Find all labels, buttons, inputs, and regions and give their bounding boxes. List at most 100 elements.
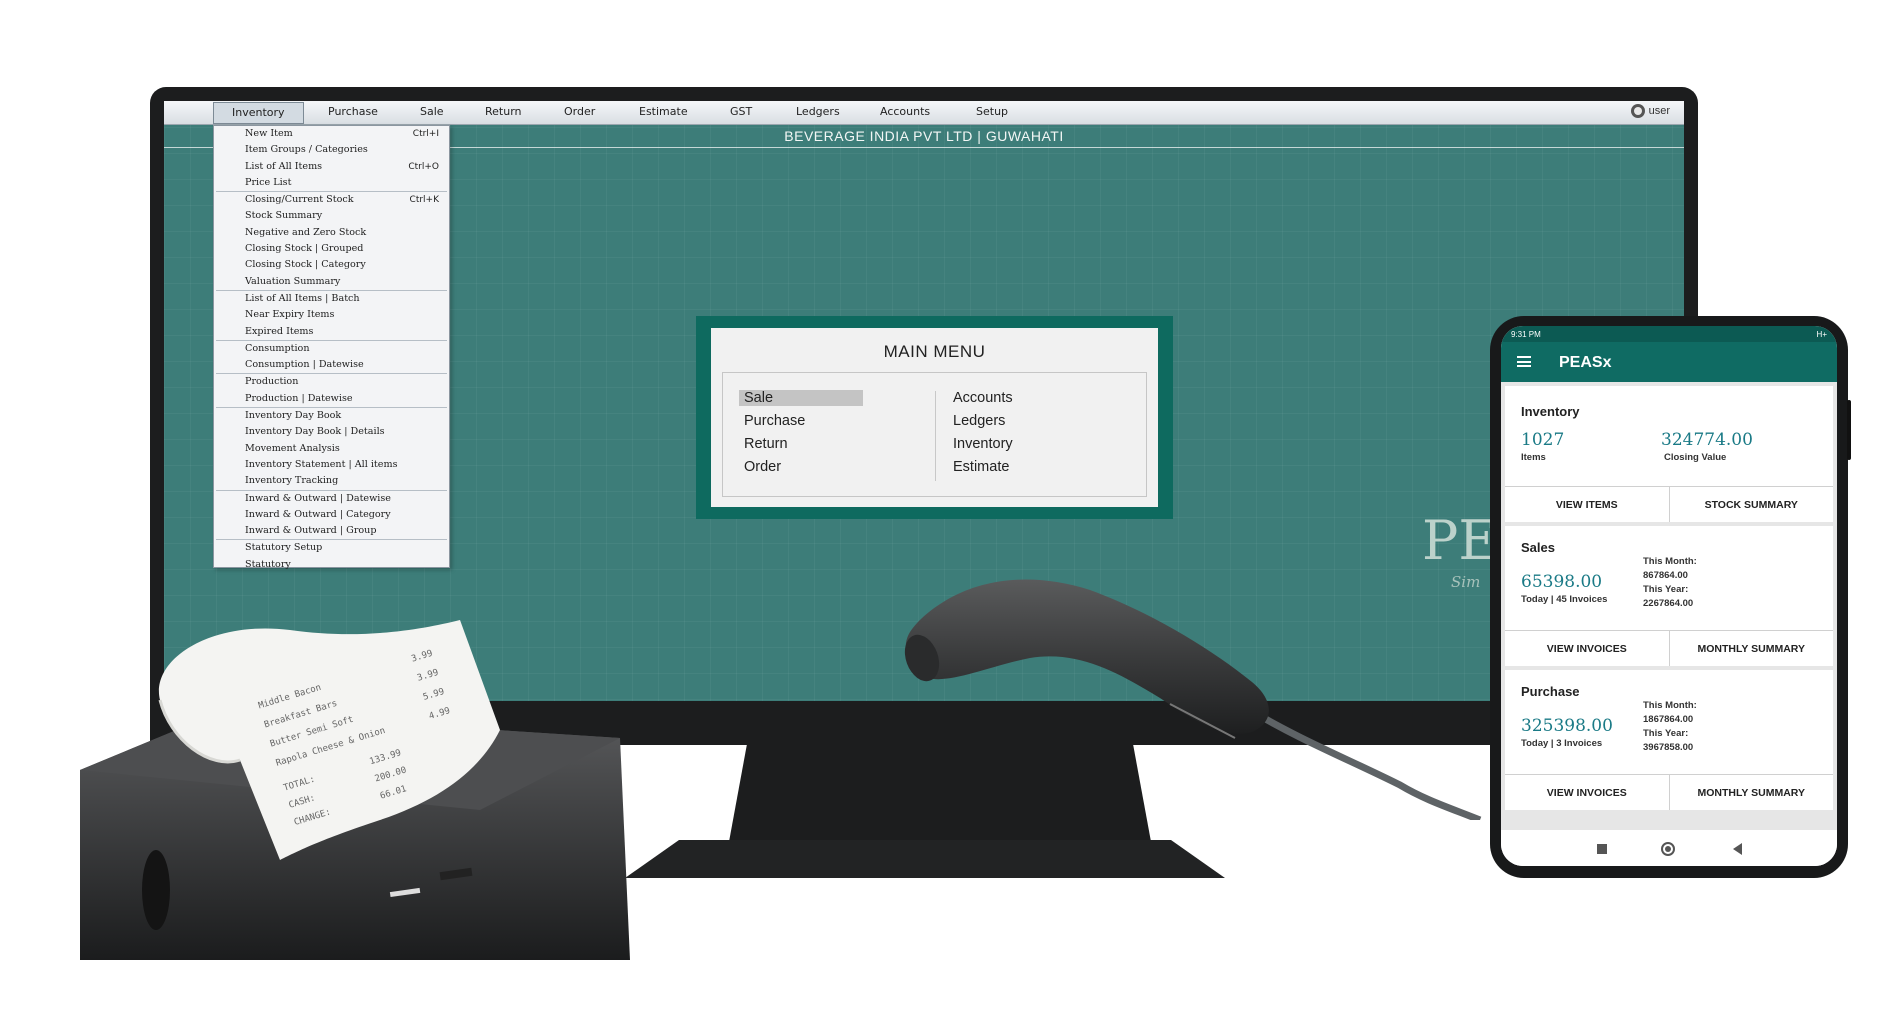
dropdown-item[interactable]: Stock Summary: [214, 208, 449, 224]
app-title: PEASx: [1559, 354, 1612, 371]
menu-accounts[interactable]: Accounts: [880, 105, 930, 118]
dropdown-item[interactable]: Negative and Zero Stock: [214, 225, 449, 241]
menu-purchase[interactable]: Purchase: [328, 105, 378, 118]
main-menu-option-order[interactable]: Order: [744, 459, 781, 475]
phone-side-button: [1847, 400, 1851, 460]
recent-apps-icon[interactable]: [1597, 844, 1607, 854]
dropdown-item[interactable]: List of All Items | Batch: [214, 291, 449, 307]
inventory-closing-value: 324774.00: [1661, 430, 1753, 450]
main-menu-dialog: MAIN MENU Sale Purchase Return Order Acc…: [696, 316, 1173, 519]
dropdown-item[interactable]: Inventory Day Book: [214, 408, 449, 424]
brand-logo-text: PE: [1422, 509, 1498, 572]
inventory-card-title: Inventory: [1521, 404, 1580, 419]
dropdown-item[interactable]: Production | Datewise: [214, 391, 449, 407]
view-items-button[interactable]: VIEW ITEMS: [1505, 487, 1669, 522]
dropdown-item[interactable]: Statutory Setup: [214, 540, 449, 556]
sales-month-value: 867864.00: [1643, 570, 1688, 581]
dropdown-item[interactable]: List of All Items Ctrl+O: [214, 159, 449, 175]
purchase-month-value: 1867864.00: [1643, 714, 1694, 725]
network-indicator: H+: [1816, 330, 1827, 339]
dropdown-item[interactable]: Inventory Day Book | Details: [214, 424, 449, 440]
purchase-year-value: 3967858.00: [1643, 742, 1694, 753]
sales-today-value: 65398.00: [1521, 572, 1603, 592]
main-menu-option-sale[interactable]: Sale: [739, 390, 864, 406]
back-icon[interactable]: [1733, 843, 1742, 855]
menu-ledgers[interactable]: Ledgers: [796, 105, 840, 118]
menu-order[interactable]: Order: [564, 105, 595, 118]
dropdown-item[interactable]: Near Expiry Items: [214, 307, 449, 323]
inventory-dropdown-menu: New Item Ctrl+I Item Groups / Categories …: [213, 125, 450, 570]
purchase-year-label: This Year:: [1643, 728, 1689, 739]
dropdown-item[interactable]: Inward & Outward | Category: [214, 507, 449, 523]
sales-monthly-summary-button[interactable]: MONTHLY SUMMARY: [1668, 631, 1834, 666]
main-menu-option-return[interactable]: Return: [744, 436, 788, 452]
purchase-month-label: This Month:: [1643, 700, 1697, 711]
dropdown-item[interactable]: Consumption: [214, 341, 449, 357]
dropdown-item[interactable]: Inward & Outward | Group: [214, 523, 449, 539]
sales-card-title: Sales: [1521, 540, 1555, 555]
dropdown-item[interactable]: Item Groups / Categories: [214, 142, 449, 158]
dropdown-item[interactable]: Expired Items: [214, 324, 449, 340]
dropdown-item[interactable]: Closing/Current Stock Ctrl+K: [214, 192, 449, 208]
main-menu-option-purchase[interactable]: Purchase: [744, 413, 805, 429]
dropdown-item[interactable]: Valuation Summary: [214, 274, 449, 290]
inventory-card: Inventory 1027 Items 324774.00 Closing V…: [1505, 386, 1833, 522]
mobile-app-screen: 9:31 PM H+ PEASx Inventory 1027 Items 32…: [1501, 326, 1837, 866]
purchase-card-actions: VIEW INVOICES MONTHLY SUMMARY: [1505, 774, 1833, 810]
sales-today-label: Today | 45 Invoices: [1521, 594, 1608, 605]
stock-summary-button[interactable]: STOCK SUMMARY: [1668, 487, 1834, 522]
inventory-items-label: Items: [1521, 452, 1546, 463]
monitor-base: [625, 840, 1225, 878]
menu-sale[interactable]: Sale: [420, 105, 444, 118]
main-menu-panel: MAIN MENU Sale Purchase Return Order Acc…: [711, 328, 1158, 507]
purchase-today-label: Today | 3 Invoices: [1521, 738, 1603, 749]
dropdown-item[interactable]: Closing Stock | Category: [214, 257, 449, 273]
android-nav-bar: [1501, 830, 1837, 866]
home-icon[interactable]: [1661, 842, 1675, 856]
sales-month-label: This Month:: [1643, 556, 1697, 567]
dropdown-item[interactable]: Production: [214, 374, 449, 390]
app-bar: PEASx: [1501, 342, 1837, 382]
purchase-today-value: 325398.00: [1521, 716, 1613, 736]
dropdown-item[interactable]: Movement Analysis: [214, 441, 449, 457]
menubar: Inventory Purchase Sale Return Order Est…: [164, 101, 1684, 125]
main-menu-option-accounts[interactable]: Accounts: [953, 390, 1013, 406]
status-bar: 9:31 PM H+: [1501, 326, 1837, 342]
purchase-card-title: Purchase: [1521, 684, 1580, 699]
main-menu-option-estimate[interactable]: Estimate: [953, 459, 1009, 475]
dropdown-item[interactable]: Inward & Outward | Datewise: [214, 491, 449, 507]
sales-year-value: 2267864.00: [1643, 598, 1694, 609]
dropdown-item[interactable]: Closing Stock | Grouped: [214, 241, 449, 257]
user-label: user: [1648, 105, 1670, 117]
menu-return[interactable]: Return: [485, 105, 522, 118]
sales-card-actions: VIEW INVOICES MONTHLY SUMMARY: [1505, 630, 1833, 666]
inventory-closing-label: Closing Value: [1664, 452, 1727, 463]
menu-estimate[interactable]: Estimate: [639, 105, 688, 118]
user-menu[interactable]: user: [1630, 104, 1670, 118]
sales-year-label: This Year:: [1643, 584, 1689, 595]
dropdown-item[interactable]: Statutory: [214, 557, 449, 573]
dropdown-item[interactable]: Inventory Tracking: [214, 473, 449, 489]
hamburger-menu-icon[interactable]: [1517, 356, 1531, 367]
purchase-monthly-summary-button[interactable]: MONTHLY SUMMARY: [1668, 775, 1834, 810]
inventory-card-actions: VIEW ITEMS STOCK SUMMARY: [1505, 486, 1833, 522]
dashboard-body: Inventory 1027 Items 324774.00 Closing V…: [1501, 382, 1837, 866]
dropdown-item[interactable]: Inventory Statement | All items: [214, 457, 449, 473]
receipt-printer-image: Middle Bacon 3.99 Breakfast Bars 3.99 Bu…: [80, 620, 630, 960]
dropdown-item[interactable]: New Item Ctrl+I: [214, 126, 449, 142]
menu-gst[interactable]: GST: [730, 105, 752, 118]
menu-inventory[interactable]: Inventory: [213, 102, 304, 124]
barcode-scanner-image: [904, 579, 1482, 820]
main-menu-divider: [935, 391, 936, 481]
dropdown-item[interactable]: Consumption | Datewise: [214, 357, 449, 373]
view-purchase-invoices-button[interactable]: VIEW INVOICES: [1505, 775, 1669, 810]
user-icon: [1630, 104, 1645, 118]
main-menu-option-ledgers[interactable]: Ledgers: [953, 413, 1005, 429]
status-time: 9:31 PM: [1511, 330, 1541, 339]
sales-card: Sales 65398.00 Today | 45 Invoices This …: [1505, 526, 1833, 666]
main-menu-option-inventory[interactable]: Inventory: [953, 436, 1013, 452]
purchase-card: Purchase 325398.00 Today | 3 Invoices Th…: [1505, 670, 1833, 810]
dropdown-item[interactable]: Price List: [214, 175, 449, 191]
menu-setup[interactable]: Setup: [976, 105, 1008, 118]
view-sales-invoices-button[interactable]: VIEW INVOICES: [1505, 631, 1669, 666]
